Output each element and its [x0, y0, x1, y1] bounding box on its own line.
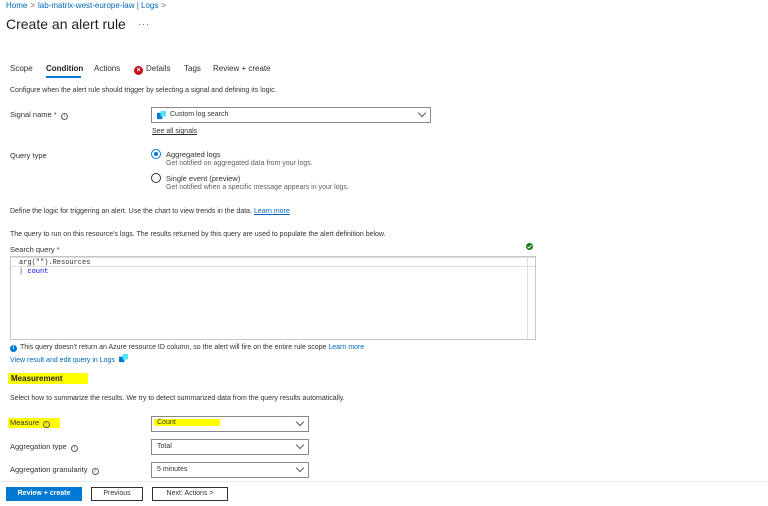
review-create-button[interactable]: Review + create [6, 487, 82, 501]
log-analytics-icon [118, 354, 128, 363]
info-icon[interactable]: i [60, 113, 68, 120]
tab-tags[interactable]: Tags [184, 64, 201, 73]
error-icon: × [134, 66, 143, 75]
search-query-editor[interactable]: arg("").Resources | count [10, 256, 536, 340]
tab-review-create[interactable]: Review + create [213, 64, 271, 73]
query-pipe: | [19, 268, 24, 276]
more-options-button[interactable]: ··· [138, 19, 150, 29]
measure-dropdown[interactable]: Count [151, 416, 309, 432]
aggregation-granularity-text: Aggregation granularity [10, 465, 88, 474]
tab-details[interactable]: × Details [134, 64, 170, 75]
aggregation-granularity-value: 5 minutes [157, 466, 188, 473]
chevron-right-icon: > [30, 1, 36, 10]
breadcrumb: Home > lab-matrix-west-europe-law | Logs > [6, 1, 169, 10]
view-result-link[interactable]: View result and edit query in Logs [10, 357, 115, 364]
aggregation-type-text: Aggregation type [10, 442, 67, 451]
chevron-down-icon [295, 463, 305, 473]
measurement-heading: Measurement [8, 373, 88, 384]
logic-text: Define the logic for triggering an alert… [10, 208, 290, 215]
chevron-down-icon [295, 440, 305, 450]
learn-more-link[interactable]: Learn more [254, 208, 290, 215]
active-tab-indicator [46, 76, 81, 78]
query-line-2: | count [19, 268, 48, 276]
breadcrumb-home-link[interactable]: Home [6, 1, 27, 10]
tab-scope[interactable]: Scope [10, 64, 33, 73]
aggregation-type-value: Total [157, 443, 172, 450]
logic-description: Define the logic for triggering an alert… [10, 208, 253, 215]
info-icon[interactable]: i [70, 445, 78, 452]
previous-button[interactable]: Previous [91, 487, 143, 501]
tab-condition[interactable]: Condition [46, 64, 83, 73]
query-line-1: arg("").Resources [19, 259, 91, 267]
check-circle-icon [526, 243, 533, 250]
page-title: Create an alert rule [6, 16, 126, 32]
query-notice: i This query doesn't return an Azure reso… [10, 344, 364, 352]
condition-intro: Configure when the alert rule should tri… [10, 87, 277, 94]
aggregation-granularity-label: Aggregation granularity i [10, 465, 99, 475]
search-query-label: Search query * [10, 245, 60, 254]
info-icon[interactable]: i [43, 421, 51, 428]
signal-name-text: Signal name [10, 110, 52, 119]
query-type-label: Query type [10, 151, 47, 160]
single-event-desc: Get notified when a specific message app… [166, 184, 349, 191]
signal-name-label: Signal name * i [10, 110, 68, 120]
tab-details-label: Details [146, 64, 171, 73]
chevron-right-icon: > [161, 1, 167, 10]
see-all-signals-link[interactable]: See all signals [152, 128, 197, 135]
measure-label: Measure i [8, 418, 60, 428]
radio-single-event[interactable] [151, 173, 161, 183]
info-icon[interactable]: i [91, 468, 99, 475]
radio-aggregated-logs[interactable] [151, 149, 161, 159]
measure-value: Count [154, 419, 220, 426]
aggregation-granularity-dropdown[interactable]: 5 minutes [151, 462, 309, 478]
notice-learn-more-link[interactable]: Learn more [328, 344, 364, 351]
signal-name-dropdown[interactable]: Custom log search [151, 107, 431, 123]
next-actions-button[interactable]: Next: Actions > [152, 487, 228, 501]
measure-label-text: Measure [10, 418, 40, 427]
chevron-down-icon [295, 417, 305, 427]
single-event-title: Single event (preview) [166, 174, 241, 183]
query-keyword: count [27, 268, 49, 276]
tab-actions[interactable]: Actions [94, 64, 120, 73]
aggregation-type-label: Aggregation type i [10, 442, 78, 452]
aggregated-logs-title: Aggregated logs [166, 150, 221, 159]
search-query-text: Search query [10, 245, 55, 254]
signal-name-value: Custom log search [170, 111, 229, 118]
query-notice-text: This query doesn't return an Azure resou… [20, 344, 327, 351]
footer-divider [0, 481, 768, 482]
required-marker: * [56, 245, 60, 254]
required-marker: * [53, 110, 57, 119]
view-result-row: View result and edit query in Logs [10, 354, 128, 364]
query-intro: The query to run on this resource's logs… [10, 231, 386, 238]
measurement-desc: Select how to summarize the results. We … [10, 395, 345, 402]
aggregated-logs-desc: Get notified on aggregated data from you… [166, 160, 313, 167]
chevron-down-icon [417, 108, 427, 118]
info-filled-icon: i [10, 345, 17, 352]
aggregation-type-dropdown[interactable]: Total [151, 439, 309, 455]
breadcrumb-resource-link[interactable]: lab-matrix-west-europe-law | Logs [38, 1, 158, 10]
log-search-icon [157, 111, 166, 120]
editor-scrollbar[interactable] [527, 257, 535, 339]
